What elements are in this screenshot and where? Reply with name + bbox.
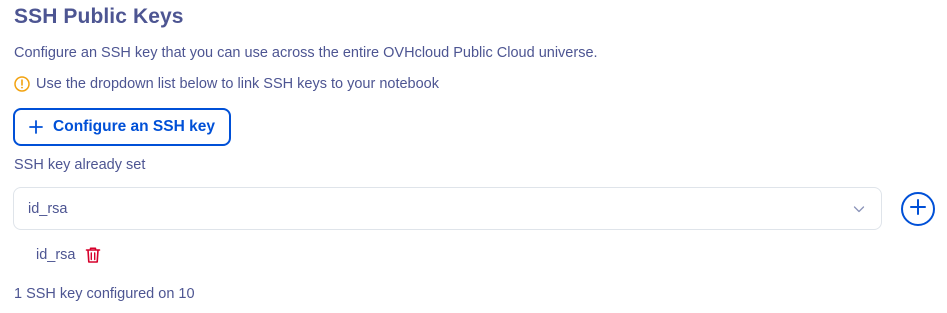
ssh-key-count: 1 SSH key configured on 10 [14, 286, 195, 302]
configure-ssh-key-button[interactable]: Configure an SSH key [13, 108, 231, 146]
section-description: Configure an SSH key that you can use ac… [14, 45, 598, 61]
warning-text: Use the dropdown list below to link SSH … [36, 76, 439, 92]
section-title: SSH Public Keys [14, 5, 184, 28]
plus-circle-icon [909, 198, 927, 221]
trash-icon[interactable] [85, 246, 101, 264]
warning-circle-icon [14, 76, 30, 92]
warning-message: Use the dropdown list below to link SSH … [14, 76, 439, 92]
ssh-key-select[interactable]: id_rsa [13, 187, 882, 230]
ssh-key-name: id_rsa [36, 247, 76, 263]
ssh-key-select-value: id_rsa [28, 200, 68, 217]
plus-icon [29, 120, 43, 134]
ssh-key-item: id_rsa [36, 246, 101, 264]
chevron-down-icon [853, 203, 865, 215]
ssh-select-label: SSH key already set [14, 157, 146, 173]
add-ssh-key-button[interactable] [901, 192, 935, 226]
ssh-public-keys-section: SSH Public Keys Configure an SSH key tha… [0, 0, 947, 313]
configure-ssh-key-label: Configure an SSH key [53, 118, 215, 135]
